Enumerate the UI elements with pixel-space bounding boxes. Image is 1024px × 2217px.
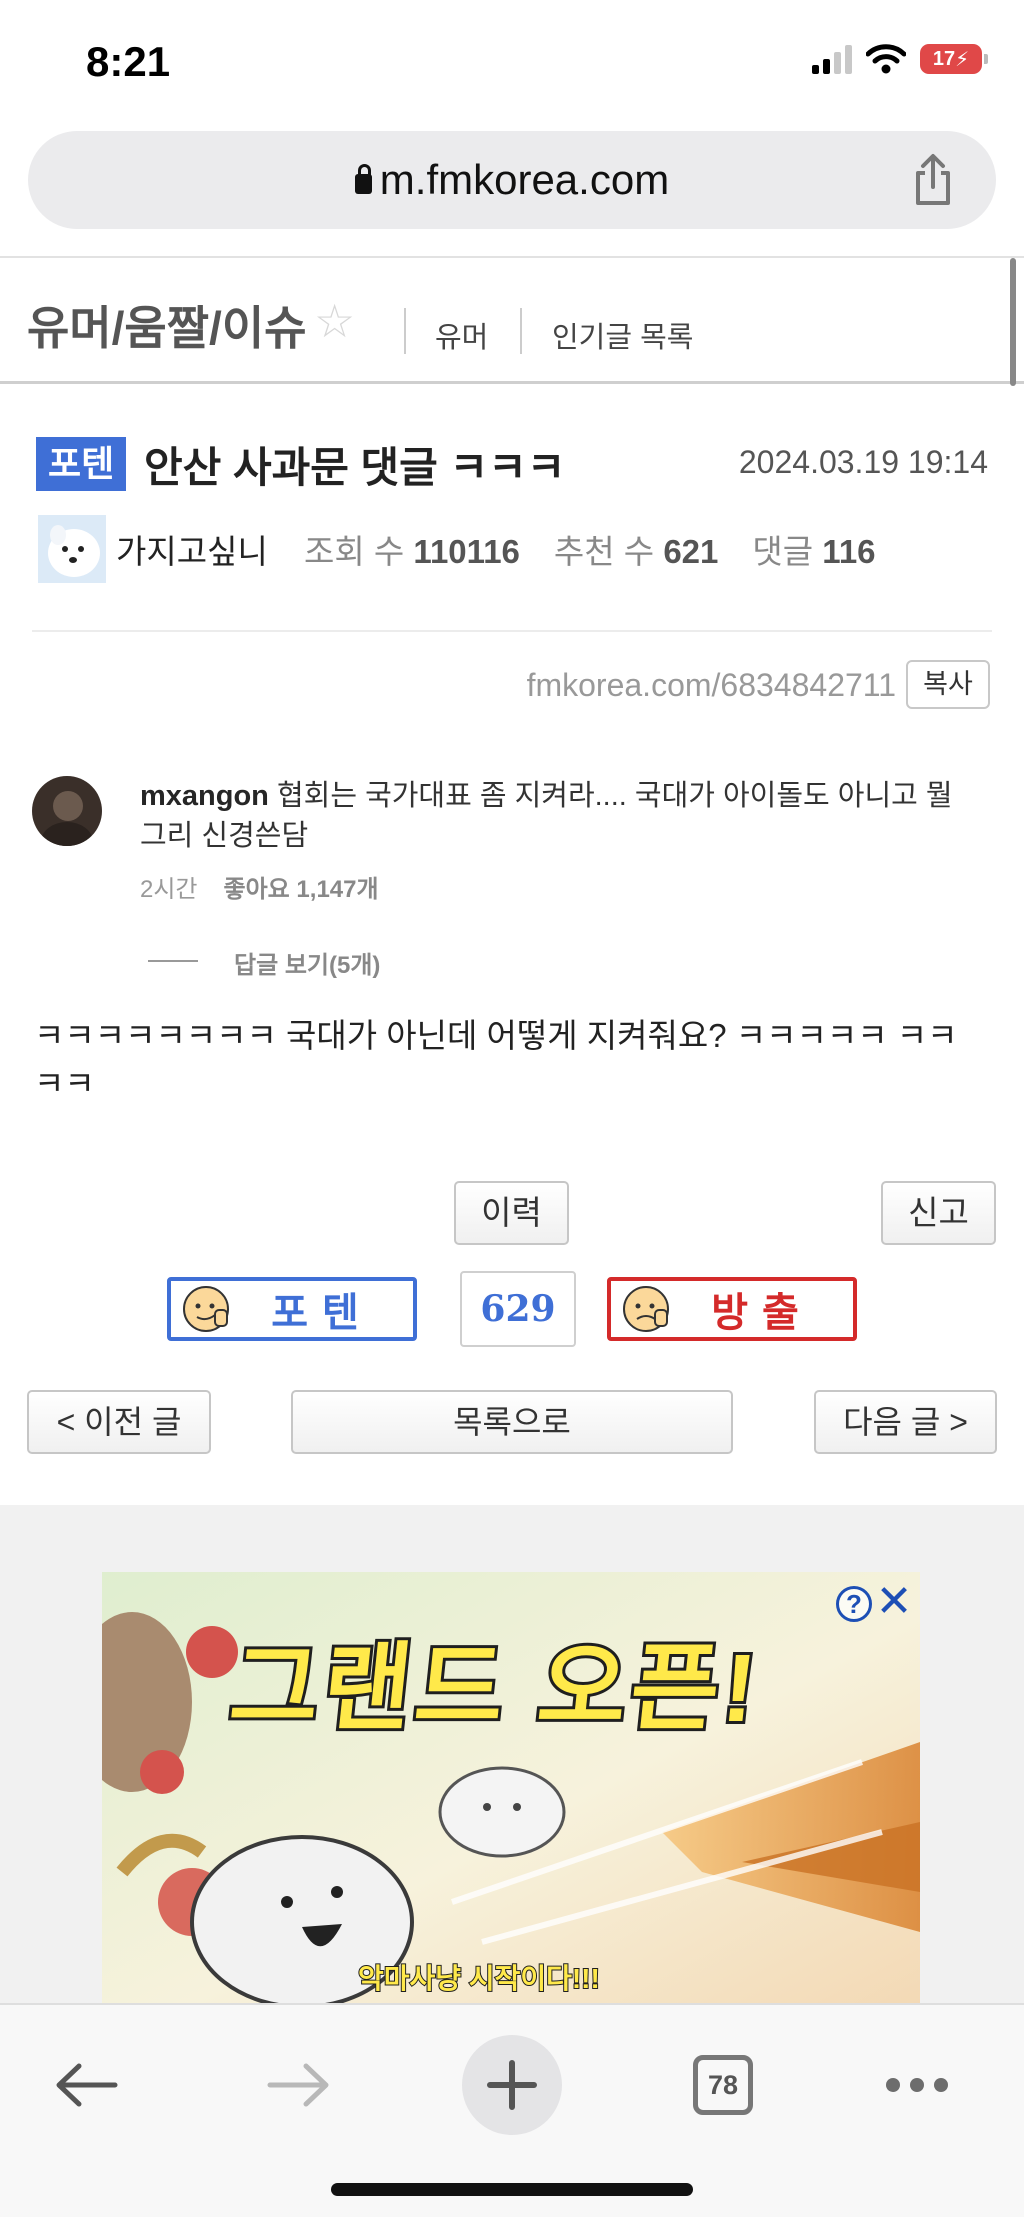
status-icons: 17 ⚡ xyxy=(812,44,988,74)
url-text: m.fmkorea.com xyxy=(379,156,670,203)
separator xyxy=(404,308,406,354)
forward-button[interactable] xyxy=(249,2035,349,2135)
comments-count: 116 xyxy=(822,533,876,570)
post-body: ㅋㅋㅋㅋㅋㅋㅋㅋ 국대가 아닌데 어떻게 지켜줘요? ㅋㅋㅋㅋㅋ ㅋㅋㅋㅋ xyxy=(34,1017,958,1102)
separator xyxy=(520,308,522,354)
share-icon[interactable] xyxy=(908,153,958,207)
views-label: 조회 수 xyxy=(304,533,405,570)
ad-banner[interactable]: 그랜드 오픈! 악마사냥 시작이다!!! ? ✕ xyxy=(102,1572,920,2005)
status-bar: 8:21 17 ⚡ xyxy=(0,0,1024,125)
more-button[interactable] xyxy=(867,2035,967,2135)
new-tab-circle xyxy=(462,2035,562,2135)
next-post-button[interactable]: 다음 글 > xyxy=(814,1390,997,1454)
battery-icon: 17 ⚡ xyxy=(920,44,988,74)
avatar-image xyxy=(38,515,106,583)
view-replies-link: 답글 보기(5개) xyxy=(234,952,381,979)
plus-icon xyxy=(487,2060,537,2110)
post-short-url: fmkorea.com/6834842711 xyxy=(526,667,896,703)
ad-info-icon[interactable]: ? xyxy=(836,1586,872,1622)
board-title[interactable]: 유머/움짤/이슈 xyxy=(27,292,306,358)
cellular-signal-icon xyxy=(812,44,852,74)
new-tab-button[interactable] xyxy=(462,2035,562,2135)
more-icon xyxy=(886,2078,948,2092)
copy-url-button[interactable]: 복사 xyxy=(906,660,990,709)
comment-likes: 좋아요 1,147개 xyxy=(223,876,379,903)
status-time: 8:21 xyxy=(86,38,171,85)
board-link-popular[interactable]: 인기글 목록 xyxy=(552,314,693,356)
history-button[interactable]: 이력 xyxy=(454,1181,569,1245)
tabs-button[interactable]: 78 xyxy=(673,2035,773,2135)
downvote-label: 방출 xyxy=(711,1291,813,1335)
comments-label: 댓글 xyxy=(752,533,814,570)
divider xyxy=(32,630,992,632)
url-display[interactable]: m.fmkorea.com xyxy=(28,156,996,204)
ad-close-icon[interactable]: ✕ xyxy=(874,1580,914,1624)
upvote-button[interactable]: 포텐 xyxy=(167,1277,417,1341)
author-avatar[interactable] xyxy=(38,515,106,583)
thumbs-down-face-icon xyxy=(623,1286,669,1332)
board-link-humor[interactable]: 유머 xyxy=(435,314,488,356)
report-button[interactable]: 신고 xyxy=(881,1181,996,1245)
ad-subtitle: 악마사냥 시작이다!!! xyxy=(357,1962,601,1995)
ad-title: 그랜드 오픈! xyxy=(222,1632,767,1745)
thumbs-up-face-icon xyxy=(183,1286,229,1332)
views-count: 110116 xyxy=(413,533,520,570)
lock-icon xyxy=(354,164,372,194)
comment-avatar-image xyxy=(32,776,102,846)
board-header: 유머/움짤/이슈 ☆ 유머 인기글 목록 xyxy=(0,256,1024,386)
list-button[interactable]: 목록으로 xyxy=(291,1390,733,1454)
wifi-icon xyxy=(866,44,906,74)
comment-meta: 2시간 좋아요 1,147개 xyxy=(140,869,379,904)
scrollbar xyxy=(1010,258,1016,386)
post-category-badge: 포텐 xyxy=(36,437,127,491)
comment-avatar xyxy=(32,776,102,846)
recommend-count: 621 xyxy=(663,533,719,570)
post-stats: 조회 수 110116 추천 수 621 댓글 116 xyxy=(304,525,876,573)
downvote-button[interactable]: 방출 xyxy=(607,1277,857,1341)
post-author[interactable]: 가지고싶니 xyxy=(116,525,268,573)
post-date: 2024.03.19 19:14 xyxy=(738,444,988,480)
comment-time: 2시간 xyxy=(140,876,198,903)
tab-count: 78 xyxy=(693,2055,753,2115)
reply-line xyxy=(148,960,198,962)
comment-username: mxangon xyxy=(140,780,269,812)
vote-count: 629 xyxy=(460,1271,576,1347)
post-title: 안산 사과문 댓글 ㅋㅋㅋ xyxy=(144,444,566,491)
back-button[interactable] xyxy=(36,2035,136,2135)
address-bar[interactable]: m.fmkorea.com xyxy=(28,131,996,229)
prev-post-button[interactable]: < 이전 글 xyxy=(27,1390,211,1454)
upvote-label: 포텐 xyxy=(271,1291,373,1335)
star-icon[interactable]: ☆ xyxy=(314,294,355,348)
recommend-label: 추천 수 xyxy=(553,533,655,570)
back-arrow-icon xyxy=(56,2063,118,2107)
home-indicator xyxy=(331,2183,693,2196)
forward-arrow-icon xyxy=(267,2063,329,2107)
battery-level: 17 xyxy=(932,47,956,70)
comment-text: mxangon 협회는 국가대표 좀 지켜라.... 국대가 아이돌도 아니고 … xyxy=(140,776,955,856)
